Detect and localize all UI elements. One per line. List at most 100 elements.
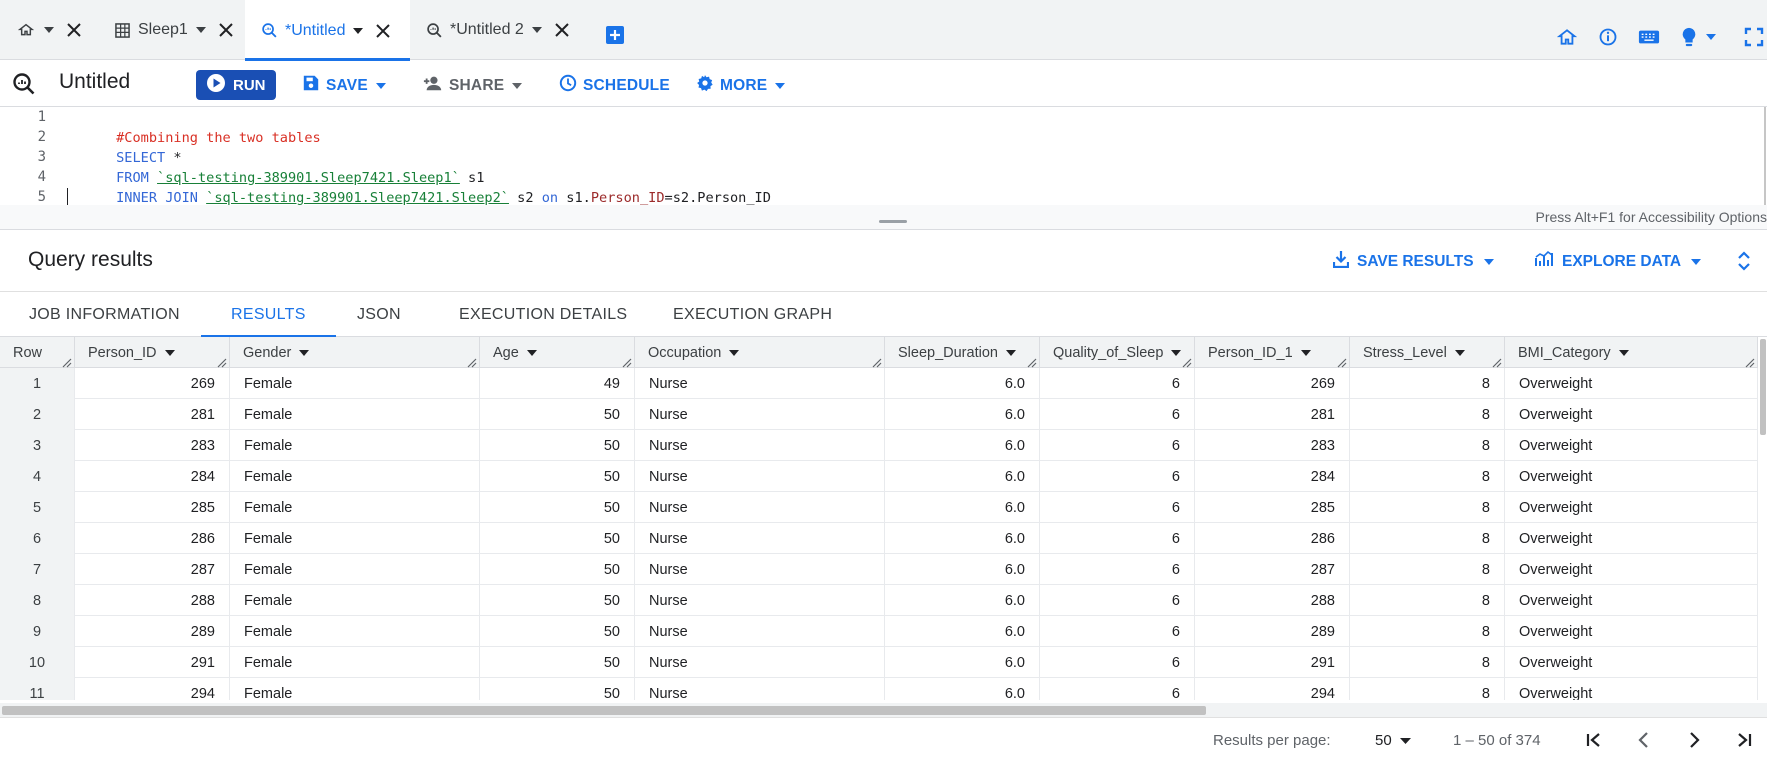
cell-quality-of-sleep[interactable]: 6	[1040, 647, 1195, 678]
column-header-occupation[interactable]: Occupation	[635, 337, 885, 368]
cell-gender[interactable]: Female	[230, 554, 480, 585]
column-resize-icon[interactable]	[62, 356, 72, 368]
cell-bmi-category[interactable]: Overweight	[1505, 461, 1758, 492]
editor-scrollbar[interactable]	[1764, 107, 1766, 205]
cell-sleep-duration[interactable]: 6.0	[885, 616, 1040, 647]
share-button[interactable]: SHARE	[423, 74, 523, 97]
cell-stress-level[interactable]: 8	[1350, 585, 1505, 616]
explore-data-button[interactable]: EXPLORE DATA	[1534, 250, 1702, 273]
column-resize-icon[interactable]	[217, 356, 227, 368]
cell-occupation[interactable]: Nurse	[635, 368, 885, 399]
sort-menu-icon[interactable]	[1005, 349, 1016, 356]
cell-bmi-category[interactable]: Overweight	[1505, 430, 1758, 461]
cell-person-id-1[interactable]: 285	[1195, 492, 1350, 523]
column-header-row[interactable]: Row	[0, 337, 75, 368]
cell-age[interactable]: 50	[480, 554, 635, 585]
cell-sleep-duration[interactable]: 6.0	[885, 492, 1040, 523]
tab-sleep1[interactable]: Sleep1	[112, 0, 236, 60]
row-number[interactable]: 1	[0, 368, 75, 399]
row-number[interactable]: 7	[0, 554, 75, 585]
tab-execution-graph[interactable]: EXECUTION GRAPH	[673, 293, 832, 337]
sort-menu-icon[interactable]	[526, 349, 537, 356]
table-reference[interactable]: `sql-testing-389901.Sleep7421.Sleep2`	[206, 190, 509, 206]
cell-occupation[interactable]: Nurse	[635, 585, 885, 616]
cell-bmi-category[interactable]: Overweight	[1505, 554, 1758, 585]
cell-stress-level[interactable]: 8	[1350, 523, 1505, 554]
column-header-person-id-1[interactable]: Person_ID_1	[1195, 337, 1350, 368]
column-resize-icon[interactable]	[872, 356, 882, 368]
cell-sleep-duration[interactable]: 6.0	[885, 523, 1040, 554]
column-resize-icon[interactable]	[467, 356, 477, 368]
cell-quality-of-sleep[interactable]: 6	[1040, 492, 1195, 523]
expand-collapse-icon[interactable]	[1736, 250, 1756, 274]
cell-gender[interactable]: Female	[230, 616, 480, 647]
chevron-down-icon[interactable]	[195, 27, 206, 33]
cell-occupation[interactable]: Nurse	[635, 523, 885, 554]
row-number[interactable]: 9	[0, 616, 75, 647]
cell-occupation[interactable]: Nurse	[635, 461, 885, 492]
keyboard-icon[interactable]	[1638, 26, 1660, 48]
lightbulb-icon[interactable]	[1680, 26, 1716, 48]
cell-age[interactable]: 49	[480, 368, 635, 399]
cell-occupation[interactable]: Nurse	[635, 678, 885, 700]
column-resize-icon[interactable]	[1745, 356, 1755, 368]
vertical-scrollbar[interactable]	[1758, 337, 1767, 703]
cell-age[interactable]: 50	[480, 616, 635, 647]
cell-gender[interactable]: Female	[230, 492, 480, 523]
cell-stress-level[interactable]: 8	[1350, 554, 1505, 585]
cell-occupation[interactable]: Nurse	[635, 554, 885, 585]
run-button[interactable]: RUN	[196, 70, 276, 100]
cell-bmi-category[interactable]: Overweight	[1505, 647, 1758, 678]
row-number[interactable]: 5	[0, 492, 75, 523]
column-resize-icon[interactable]	[1027, 356, 1037, 368]
more-button[interactable]: MORE	[696, 74, 786, 97]
cell-person-id-1[interactable]: 286	[1195, 523, 1350, 554]
column-header-bmi-category[interactable]: BMI_Category	[1505, 337, 1758, 368]
tab-json[interactable]: JSON	[357, 293, 401, 337]
cell-quality-of-sleep[interactable]: 6	[1040, 461, 1195, 492]
cell-person-id[interactable]: 286	[75, 523, 230, 554]
tab-untitled[interactable]: *Untitled	[245, 0, 410, 61]
sort-menu-icon[interactable]	[164, 349, 175, 356]
cell-stress-level[interactable]: 8	[1350, 492, 1505, 523]
cell-gender[interactable]: Female	[230, 368, 480, 399]
sql-editor[interactable]: 1 2 3 4 5 #Combining the two tables SELE…	[0, 107, 1767, 206]
sort-menu-icon[interactable]	[1300, 349, 1311, 356]
tab-untitled-2[interactable]: *Untitled 2	[424, 0, 572, 60]
cell-quality-of-sleep[interactable]: 6	[1040, 678, 1195, 700]
query-title[interactable]: Untitled	[59, 70, 130, 94]
row-number[interactable]: 2	[0, 399, 75, 430]
new-tab-icon[interactable]	[605, 25, 625, 45]
home-icon[interactable]	[1557, 26, 1577, 48]
cell-age[interactable]: 50	[480, 492, 635, 523]
cell-gender[interactable]: Female	[230, 678, 480, 700]
cell-sleep-duration[interactable]: 6.0	[885, 554, 1040, 585]
cell-person-id[interactable]: 287	[75, 554, 230, 585]
row-number[interactable]: 6	[0, 523, 75, 554]
sort-menu-icon[interactable]	[729, 349, 740, 356]
cell-sleep-duration[interactable]: 6.0	[885, 678, 1040, 700]
cell-gender[interactable]: Female	[230, 430, 480, 461]
cell-person-id-1[interactable]: 294	[1195, 678, 1350, 700]
cell-quality-of-sleep[interactable]: 6	[1040, 585, 1195, 616]
column-header-quality-of-sleep[interactable]: Quality_of_Sleep	[1040, 337, 1195, 368]
column-resize-icon[interactable]	[1182, 356, 1192, 368]
cell-person-id[interactable]: 283	[75, 430, 230, 461]
column-resize-icon[interactable]	[1492, 356, 1502, 368]
sort-menu-icon[interactable]	[1171, 349, 1182, 356]
chevron-down-icon[interactable]	[353, 27, 364, 34]
scroll-thumb[interactable]	[2, 706, 1206, 715]
cell-sleep-duration[interactable]: 6.0	[885, 430, 1040, 461]
cell-sleep-duration[interactable]: 6.0	[885, 399, 1040, 430]
cell-person-id-1[interactable]: 283	[1195, 430, 1350, 461]
cell-age[interactable]: 50	[480, 430, 635, 461]
cell-sleep-duration[interactable]: 6.0	[885, 368, 1040, 399]
column-header-age[interactable]: Age	[480, 337, 635, 368]
close-icon[interactable]	[216, 20, 236, 40]
chevron-down-icon[interactable]	[531, 27, 542, 33]
cell-person-id-1[interactable]: 288	[1195, 585, 1350, 616]
info-icon[interactable]	[1598, 26, 1618, 48]
cell-stress-level[interactable]: 8	[1350, 368, 1505, 399]
fullscreen-icon[interactable]	[1744, 26, 1764, 48]
cell-person-id[interactable]: 291	[75, 647, 230, 678]
